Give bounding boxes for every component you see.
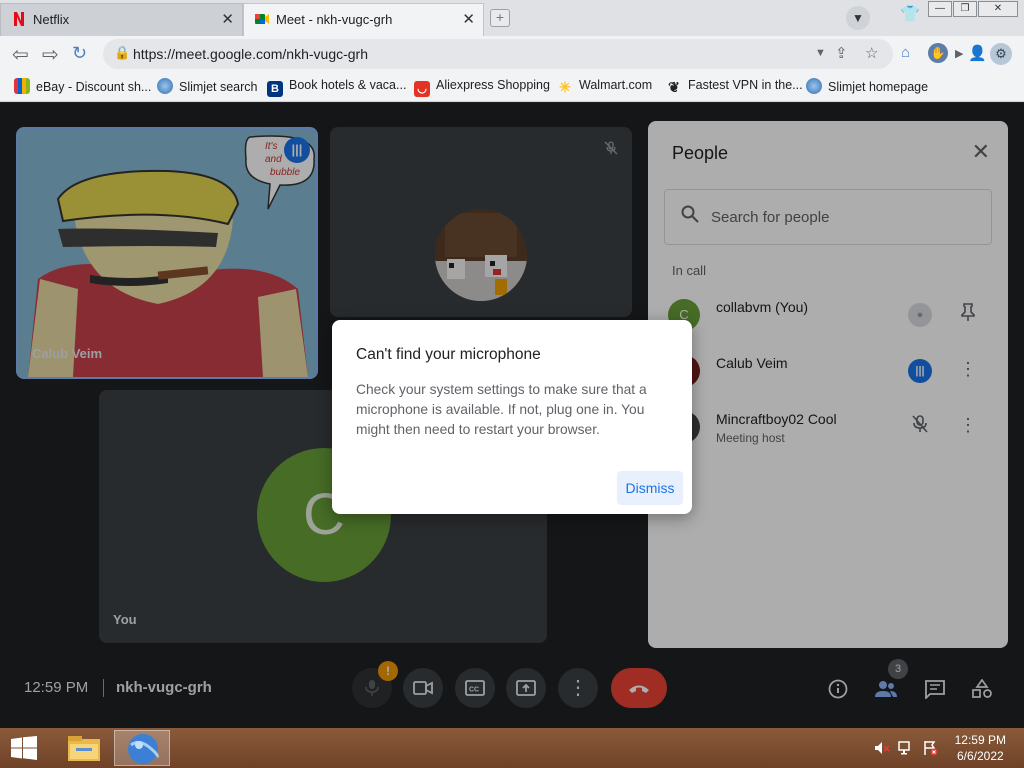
- bookmark-label: eBay - Discount sh...: [36, 80, 152, 94]
- minimize-icon[interactable]: —: [928, 1, 952, 17]
- bookmark-booking[interactable]: B Book hotels & vaca...: [267, 78, 406, 97]
- tab-title: Netflix: [33, 12, 70, 27]
- home-icon[interactable]: ⌂: [901, 44, 910, 61]
- share-icon[interactable]: ⇪: [835, 44, 848, 62]
- bookmark-label: Book hotels & vaca...: [289, 78, 407, 92]
- dialog-title: Can't find your microphone: [356, 346, 541, 363]
- network-icon[interactable]: [898, 740, 914, 759]
- tab-meet[interactable]: Meet - nkh-vugc-grh ✕: [243, 3, 484, 36]
- bookmark-slimjet-search[interactable]: Slimjet search: [157, 78, 258, 94]
- bookmarks-bar: eBay - Discount sh... Slimjet search B Bo…: [0, 72, 1024, 102]
- browser-taskbar-icon[interactable]: [114, 730, 170, 766]
- vpn-icon: ❦: [668, 79, 680, 95]
- dialog-body: Check your system settings to make sure …: [356, 382, 647, 437]
- browser-tab-bar: Netflix ✕ Meet - nkh-vugc-grh ✕ + ▼ 👕 — …: [0, 0, 1024, 36]
- bookmark-label: Walmart.com: [579, 78, 653, 92]
- tab-title: Meet - nkh-vugc-grh: [276, 12, 393, 27]
- google-meet-icon: [254, 11, 270, 27]
- bookmark-aliexpress[interactable]: ◡ Aliexpress Shopping: [414, 78, 550, 97]
- tab-search-chevron-icon[interactable]: ▼: [846, 6, 870, 30]
- more-arrow-icon[interactable]: ▶: [955, 47, 963, 60]
- back-arrow-icon[interactable]: ⇦: [12, 42, 29, 67]
- bookmark-walmart[interactable]: ✳ Walmart.com: [557, 78, 652, 95]
- taskbar-clock[interactable]: 12:59 PM 6/6/2022: [955, 732, 1006, 764]
- bookmark-label: Slimjet search: [179, 80, 258, 94]
- taskbar-date: 6/6/2022: [956, 749, 1004, 763]
- dropdown-icon[interactable]: ▼: [815, 47, 826, 59]
- globe-icon: [157, 78, 173, 94]
- url-text[interactable]: https://meet.google.com/nkh-vugc-grh: [133, 46, 368, 62]
- bookmark-label: Fastest VPN in the...: [688, 78, 803, 92]
- mic-error-dialog: Can't find your microphone Check your sy…: [332, 320, 692, 514]
- bookmark-vpn[interactable]: ❦ Fastest VPN in the...: [666, 78, 803, 95]
- new-tab-button[interactable]: +: [490, 9, 510, 27]
- bookmark-label: Aliexpress Shopping: [436, 78, 550, 92]
- bookmark-ebay[interactable]: eBay - Discount sh...: [14, 78, 151, 94]
- bookmark-label: Slimjet homepage: [828, 80, 929, 94]
- close-tab-icon[interactable]: ✕: [221, 10, 234, 28]
- close-window-icon[interactable]: ✕: [978, 1, 1018, 17]
- globe-icon: [806, 78, 822, 94]
- reload-icon[interactable]: ↻: [72, 43, 87, 64]
- windows-start-icon[interactable]: [10, 736, 38, 760]
- netflix-icon: [11, 11, 27, 27]
- restore-icon[interactable]: ❐: [953, 1, 977, 17]
- shirt-icon[interactable]: 👕: [900, 4, 920, 24]
- booking-icon: B: [267, 81, 283, 97]
- dismiss-button[interactable]: Dismiss: [617, 471, 683, 505]
- bookmark-slimjet-homepage[interactable]: Slimjet homepage: [806, 78, 928, 94]
- tab-netflix[interactable]: Netflix ✕: [0, 3, 243, 36]
- aliexpress-icon: ◡: [414, 81, 430, 97]
- forward-arrow-icon[interactable]: ⇨: [42, 42, 59, 67]
- walmart-icon: ✳: [559, 79, 571, 95]
- address-bar[interactable]: 🔒 https://meet.google.com/nkh-vugc-grh ▼…: [103, 39, 893, 69]
- volume-muted-icon[interactable]: [874, 740, 890, 759]
- close-tab-icon[interactable]: ✕: [462, 10, 475, 28]
- taskbar-time: 12:59 PM: [954, 733, 1006, 747]
- settings-gear-icon[interactable]: ⚙: [990, 43, 1012, 65]
- ebay-icon: [14, 78, 30, 94]
- extension-hand-icon[interactable]: ✋: [928, 43, 948, 63]
- file-explorer-icon[interactable]: [56, 730, 112, 766]
- action-center-flag-icon[interactable]: [922, 740, 938, 759]
- profile-icon[interactable]: 👤: [968, 44, 987, 62]
- lock-icon: 🔒: [114, 45, 131, 60]
- browser-toolbar: ⇦ ⇨ ↻ 🔒 https://meet.google.com/nkh-vugc…: [0, 36, 1024, 72]
- windows-taskbar: 12:59 PM 6/6/2022: [0, 728, 1024, 768]
- bookmark-star-icon[interactable]: ☆: [865, 44, 878, 62]
